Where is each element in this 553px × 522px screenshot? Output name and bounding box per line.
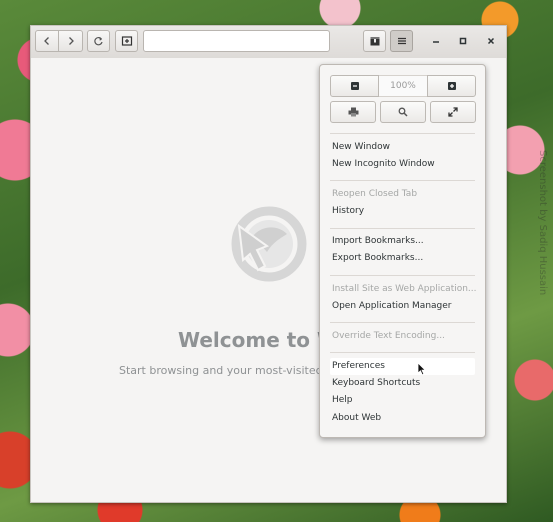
new-tab-button[interactable] [115, 30, 138, 52]
reload-icon [94, 36, 103, 45]
address-bar[interactable] [143, 30, 330, 52]
welcome-subtitle: Start browsing and your most-visited sit [119, 364, 340, 377]
menu-item-new-window[interactable]: New Window [330, 139, 475, 156]
menu-item-about-web[interactable]: About Web [330, 410, 475, 427]
minimize-icon [433, 41, 439, 43]
fullscreen-icon [448, 107, 458, 117]
forward-button[interactable] [59, 30, 83, 52]
main-menu-popover: 100% New Window New Incognito Window Reo… [319, 64, 486, 438]
back-button[interactable] [35, 30, 59, 52]
bookmarks-button[interactable] [363, 30, 386, 52]
close-icon [487, 37, 495, 45]
printer-icon [348, 107, 358, 117]
fullscreen-button[interactable] [430, 101, 476, 123]
zoom-level-label: 100% [379, 75, 427, 97]
menu-item-export-bookmarks[interactable]: Export Bookmarks... [330, 250, 475, 267]
menu-separator [330, 275, 475, 276]
chevron-right-icon [68, 37, 74, 45]
close-button[interactable] [481, 31, 501, 51]
print-button[interactable] [330, 101, 376, 123]
new-tab-icon [121, 36, 132, 46]
menu-item-preferences[interactable]: Preferences [330, 358, 475, 375]
hamburger-icon [397, 37, 406, 45]
find-button[interactable] [380, 101, 426, 123]
chevron-left-icon [44, 37, 49, 45]
menu-separator [330, 133, 475, 134]
menu-item-import-bookmarks[interactable]: Import Bookmarks... [330, 233, 475, 250]
menu-separator [330, 228, 475, 229]
menu-item-override-text-encoding: Override Text Encoding... [332, 331, 445, 341]
menu-item-history[interactable]: History [330, 203, 475, 220]
screenshot-watermark: Screenshot by Sadiq Hussain [537, 150, 548, 296]
minimize-button[interactable] [426, 31, 446, 51]
welcome-title: Welcome to W [178, 328, 340, 352]
maximize-icon [459, 37, 467, 45]
main-menu-button[interactable] [390, 30, 413, 52]
reload-button[interactable] [87, 30, 110, 52]
menu-item-install-web-app: Install Site as Web Application... [332, 284, 477, 294]
mouse-pointer-icon [417, 362, 427, 376]
menu-item-open-application-manager[interactable]: Open Application Manager [330, 298, 475, 315]
search-icon [398, 107, 408, 117]
bookmark-icon [370, 37, 379, 46]
menu-separator [330, 322, 475, 323]
web-browser-logo-icon [231, 206, 307, 282]
zoom-in-button[interactable] [427, 75, 476, 97]
menu-separator [330, 352, 475, 353]
menu-item-help[interactable]: Help [330, 392, 475, 409]
menu-separator [330, 180, 475, 181]
zoom-in-icon [447, 82, 456, 90]
menu-item-reopen-closed-tab: Reopen Closed Tab [332, 189, 418, 199]
menu-item-new-incognito-window[interactable]: New Incognito Window [330, 156, 475, 173]
zoom-out-button[interactable] [330, 75, 379, 97]
maximize-button[interactable] [453, 31, 473, 51]
menu-item-keyboard-shortcuts[interactable]: Keyboard Shortcuts [330, 375, 475, 392]
header-bar [31, 26, 506, 59]
zoom-out-icon [350, 82, 359, 90]
